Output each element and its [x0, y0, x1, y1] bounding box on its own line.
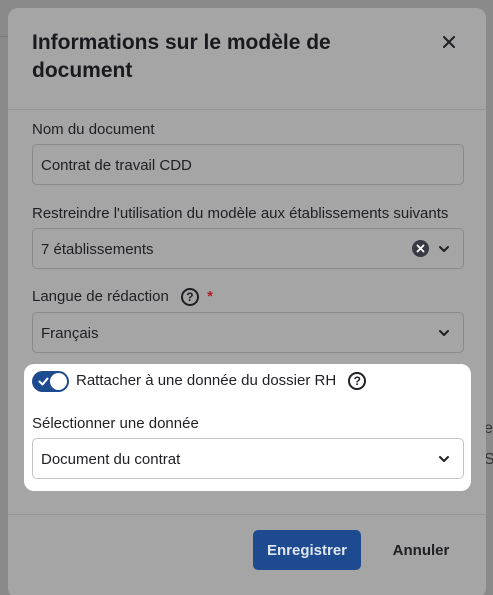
language-select[interactable]: Français: [32, 312, 464, 353]
select-data-label: Sélectionner une donnée: [32, 415, 199, 432]
document-name-label: Nom du document: [32, 121, 155, 138]
hr-data-value: Document du contrat: [41, 451, 181, 468]
chevron-down-icon: [439, 330, 449, 336]
hr-link-toggle-label: Rattacher à une donnée du dossier RH ?: [76, 372, 367, 391]
hr-data-select[interactable]: Document du contrat: [32, 438, 464, 479]
header-divider: [8, 109, 486, 110]
document-template-modal: Informations sur le modèle de document N…: [8, 8, 486, 595]
cancel-button[interactable]: Annuler: [378, 530, 464, 570]
language-value: Français: [41, 325, 99, 342]
toggle-knob: [50, 373, 67, 390]
chevron-down-icon: [439, 246, 449, 252]
save-button[interactable]: Enregistrer: [253, 530, 361, 570]
clear-selection-icon[interactable]: [412, 240, 429, 257]
hr-link-toggle[interactable]: [32, 371, 69, 392]
language-label: Langue de rédaction ? *: [32, 288, 213, 307]
modal-header: Informations sur le modèle de document: [8, 8, 486, 109]
establishments-label: Restreindre l'utilisation du modèle aux …: [32, 205, 449, 222]
help-icon[interactable]: ?: [348, 372, 367, 391]
help-icon[interactable]: ?: [180, 288, 199, 307]
close-icon: [443, 36, 455, 48]
chevron-down-icon: [439, 456, 449, 462]
modal-title: Informations sur le modèle de document: [32, 31, 331, 82]
language-label-text: Langue de rédaction: [32, 288, 169, 305]
establishments-select[interactable]: 7 établissements: [32, 228, 464, 269]
required-mark: *: [207, 288, 213, 305]
document-name-input[interactable]: Contrat de travail CDD: [32, 144, 464, 185]
establishments-value: 7 établissements: [41, 241, 154, 258]
close-button[interactable]: [440, 33, 458, 51]
footer-divider: [8, 514, 486, 515]
hr-link-toggle-text: Rattacher à une donnée du dossier RH: [76, 372, 337, 389]
check-icon: [38, 377, 49, 386]
document-name-value: Contrat de travail CDD: [41, 157, 192, 174]
